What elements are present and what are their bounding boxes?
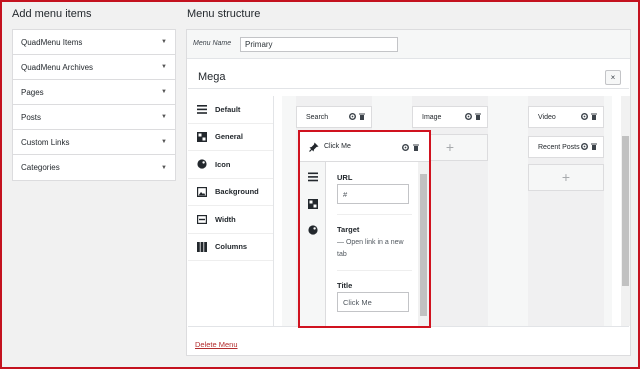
tab-label: Columns xyxy=(215,242,248,252)
width-icon xyxy=(197,214,207,224)
columns-scrollbar[interactable] xyxy=(621,96,630,326)
url-input[interactable]: # xyxy=(337,184,409,204)
accordion-item-label: Custom Links xyxy=(21,137,70,147)
click-me-title: Click Me xyxy=(324,143,351,150)
mega-item-title: Mega xyxy=(198,71,226,83)
menu-item-image[interactable]: Image xyxy=(412,106,488,128)
menu-item-label: Image xyxy=(422,113,442,121)
gear-icon[interactable] xyxy=(581,143,588,150)
columns-icon xyxy=(197,241,207,252)
tab-label: Icon xyxy=(215,159,231,169)
mega-item-header: Mega × xyxy=(188,64,629,89)
column-3: Video Recent Posts + xyxy=(528,96,604,326)
tab-background[interactable]: Background xyxy=(188,179,273,206)
menu-item-search[interactable]: Search xyxy=(296,106,372,128)
menu-lines-icon xyxy=(197,104,207,114)
tab-columns[interactable]: Columns xyxy=(188,233,273,261)
title-label: Title xyxy=(337,281,353,290)
tab-icon[interactable]: Icon xyxy=(188,151,273,179)
caret-down-icon: ▼ xyxy=(161,139,167,145)
caret-down-icon: ▼ xyxy=(161,114,167,120)
click-me-side-tabs xyxy=(300,162,326,326)
trash-icon[interactable] xyxy=(591,113,597,120)
add-menu-items-heading: Add menu items xyxy=(12,8,92,20)
gear-icon[interactable] xyxy=(581,113,588,120)
menu-item-label: Recent Posts xyxy=(538,143,580,151)
accordion-item-label: Posts xyxy=(21,112,42,122)
tab-label: Width xyxy=(215,214,236,224)
menu-structure-heading: Menu structure xyxy=(187,8,261,20)
target-option[interactable]: — Open link in a new tab xyxy=(337,237,412,261)
menu-name-input[interactable]: Primary xyxy=(240,37,398,52)
gear-icon[interactable] xyxy=(402,144,409,151)
scrollbar-thumb[interactable] xyxy=(622,136,629,286)
trash-icon[interactable] xyxy=(413,144,419,151)
accordion-item-label: QuadMenu Archives xyxy=(21,62,94,72)
gear-icon[interactable] xyxy=(349,113,356,120)
accordion-item-pages[interactable]: Pages ▼ xyxy=(13,80,175,105)
close-button[interactable]: × xyxy=(605,70,621,85)
gear-icon[interactable] xyxy=(465,113,472,120)
settings-tabs: Default General Icon Background Width Co… xyxy=(188,96,274,326)
accordion-item-quadmenu-items[interactable]: QuadMenu Items ▼ xyxy=(13,30,175,55)
caret-down-icon: ▼ xyxy=(161,164,167,171)
accordion-item-posts[interactable]: Posts ▼ xyxy=(13,105,175,130)
menu-item-label: Search xyxy=(306,113,329,121)
accordion-item-label: Pages xyxy=(21,87,44,97)
accordion-item-quadmenu-archives[interactable]: QuadMenu Archives ▼ xyxy=(13,55,175,80)
tab-label: Background xyxy=(215,187,259,197)
target-label: Target xyxy=(337,225,360,234)
tab-general[interactable]: General xyxy=(188,124,273,151)
menu-name-row: Menu Name Primary xyxy=(187,30,630,59)
menu-item-video[interactable]: Video xyxy=(528,106,604,128)
url-label: URL xyxy=(337,173,353,182)
title-input[interactable]: Click Me xyxy=(337,292,409,312)
delete-menu-link[interactable]: Delete Menu xyxy=(195,340,238,349)
add-item-plus-icon[interactable]: + xyxy=(528,164,604,191)
click-me-header: Click Me xyxy=(300,132,429,162)
click-me-item-panel: Click Me URL # Target — Open link in a n… xyxy=(298,130,431,328)
image-icon xyxy=(197,186,207,197)
accordion-item-custom-links[interactable]: Custom Links ▼ xyxy=(13,130,175,155)
menu-item-recent-posts[interactable]: Recent Posts xyxy=(528,136,604,158)
tab-label: Default xyxy=(215,104,241,114)
palette-icon xyxy=(197,159,207,169)
general-grid-icon xyxy=(197,131,207,142)
trash-icon[interactable] xyxy=(591,143,597,150)
field-divider xyxy=(337,270,412,271)
accordion-item-label: Categories xyxy=(21,163,60,172)
pushpin-icon xyxy=(309,142,319,152)
tab-width[interactable]: Width xyxy=(188,206,273,234)
general-grid-icon[interactable] xyxy=(308,199,318,209)
palette-icon[interactable] xyxy=(308,225,318,235)
accordion-item-label: QuadMenu Items xyxy=(21,37,83,47)
accordion-item-categories[interactable]: Categories ▼ xyxy=(13,155,175,180)
caret-down-icon: ▼ xyxy=(161,89,167,95)
caret-down-icon: ▼ xyxy=(161,39,167,45)
trash-icon[interactable] xyxy=(359,113,365,120)
menu-name-label: Menu Name xyxy=(193,40,232,47)
add-menu-items-accordion: QuadMenu Items ▼ QuadMenu Archives ▼ Pag… xyxy=(12,29,176,181)
click-me-scrollbar[interactable] xyxy=(418,162,429,326)
caret-down-icon: ▼ xyxy=(161,64,167,70)
trash-icon[interactable] xyxy=(475,113,481,120)
tab-default[interactable]: Default xyxy=(188,96,273,124)
click-me-fields: URL # Target — Open link in a new tab Ti… xyxy=(327,162,418,326)
tab-label: General xyxy=(215,132,243,142)
menu-lines-icon[interactable] xyxy=(308,172,318,182)
menu-item-label: Video xyxy=(538,113,556,121)
scrollbar-thumb[interactable] xyxy=(420,174,427,316)
field-divider xyxy=(337,214,412,215)
